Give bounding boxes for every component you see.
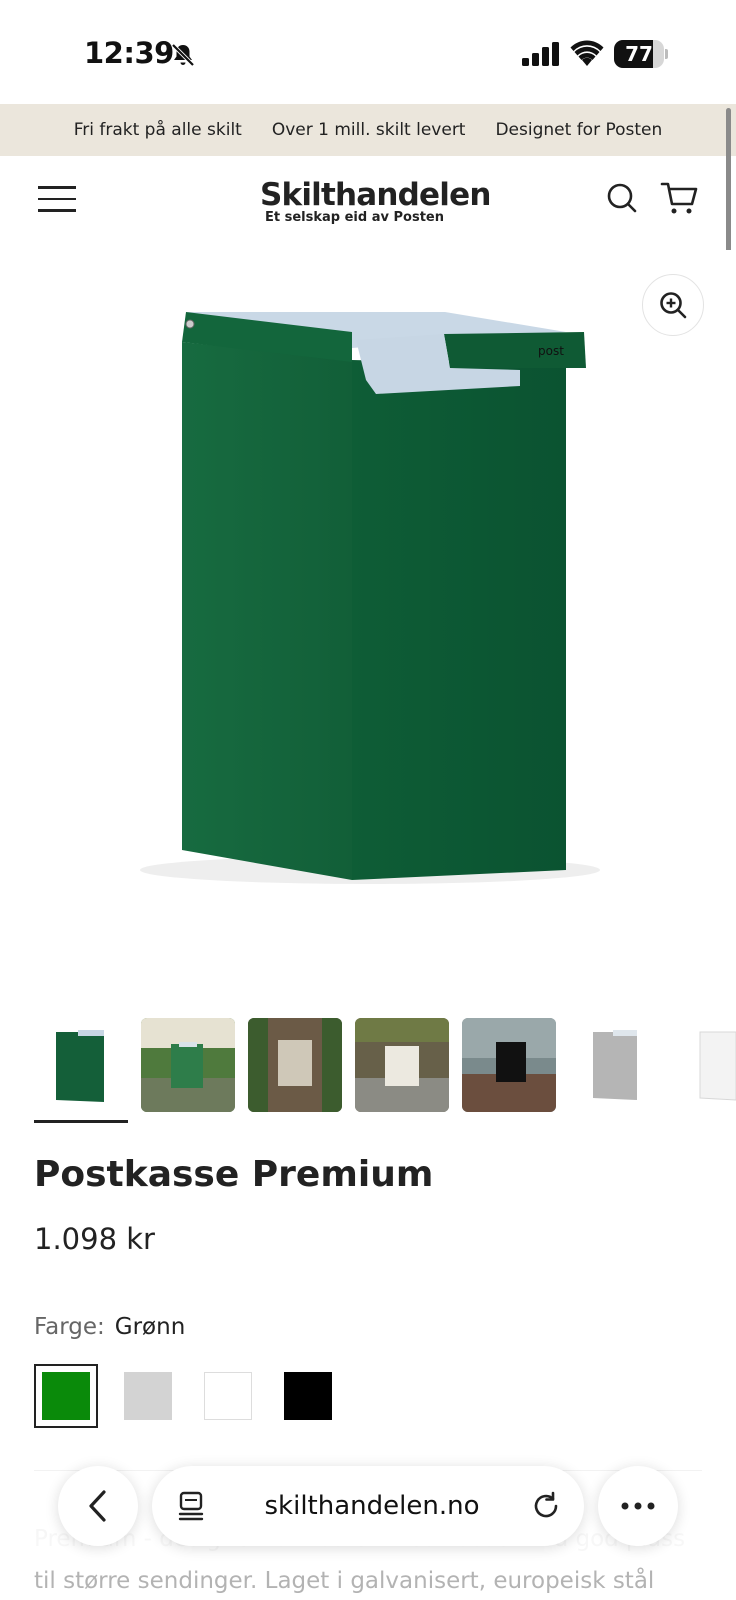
- swatch-black[interactable]: [284, 1372, 332, 1420]
- swatch-white[interactable]: [204, 1372, 252, 1420]
- thumbnail-4[interactable]: [355, 1018, 449, 1112]
- hamburger-menu-icon[interactable]: [38, 186, 76, 214]
- product-price: 1.098 kr: [34, 1222, 155, 1256]
- back-button[interactable]: [58, 1466, 138, 1546]
- reload-icon[interactable]: [530, 1490, 562, 1522]
- thumbnail-6[interactable]: [569, 1018, 663, 1112]
- thumbnail-strip[interactable]: [34, 1018, 736, 1128]
- color-swatches: [34, 1364, 354, 1430]
- announcement-free-shipping: Fri frakt på alle skilt: [73, 120, 242, 140]
- thumbnail-3[interactable]: [248, 1018, 342, 1112]
- thumbnail-5[interactable]: [462, 1018, 556, 1112]
- battery-icon: 77: [614, 40, 668, 68]
- announcement-designed-for-posten: Designet for Posten: [495, 120, 663, 140]
- announcement-bar: Fri frakt på alle skilt Over 1 mill. ski…: [0, 104, 736, 156]
- thumbnail-1[interactable]: [34, 1018, 128, 1112]
- mailbox-illustration: post: [140, 312, 600, 884]
- url-text[interactable]: skilthandelen.no: [212, 1466, 532, 1546]
- site-logo[interactable]: Skilthandelen Et selskap eid av Posten: [260, 177, 491, 225]
- status-bar: 12:39 77: [0, 0, 736, 104]
- mailbox-lid-text: post: [538, 344, 564, 358]
- zoom-in-icon: [660, 292, 687, 319]
- thumbnail-active-indicator: [34, 1120, 128, 1123]
- wifi-icon: [570, 40, 604, 66]
- ellipsis-icon: [621, 1502, 655, 1510]
- cart-icon[interactable]: [660, 180, 698, 216]
- swatch-grey[interactable]: [124, 1372, 172, 1420]
- battery-percent: 77: [625, 42, 653, 66]
- more-options-button[interactable]: [598, 1466, 678, 1546]
- site-header: Skilthandelen Et selskap eid av Posten: [0, 156, 736, 248]
- zoom-button[interactable]: [642, 274, 704, 336]
- product-main-image[interactable]: post: [0, 250, 736, 982]
- tabs-icon[interactable]: [176, 1490, 206, 1522]
- search-icon[interactable]: [606, 182, 638, 214]
- thumbnail-2[interactable]: [141, 1018, 235, 1112]
- swatch-green[interactable]: [34, 1364, 98, 1428]
- logo-name: Skilthandelen: [260, 177, 491, 213]
- product-title: Postkasse Premium: [34, 1154, 434, 1195]
- chevron-left-icon: [89, 1490, 106, 1522]
- bell-muted-icon: [171, 43, 195, 67]
- thumbnail-7[interactable]: [676, 1018, 736, 1112]
- color-label-value: Grønn: [114, 1314, 186, 1340]
- color-label: Farge: Grønn: [34, 1314, 185, 1340]
- cellular-signal-icon: [522, 42, 559, 66]
- announcement-signs-delivered: Over 1 mill. skilt levert: [271, 120, 466, 140]
- status-time: 12:39: [84, 36, 174, 70]
- color-label-key: Farge:: [34, 1314, 105, 1340]
- address-bar[interactable]: skilthandelen.no: [152, 1466, 584, 1546]
